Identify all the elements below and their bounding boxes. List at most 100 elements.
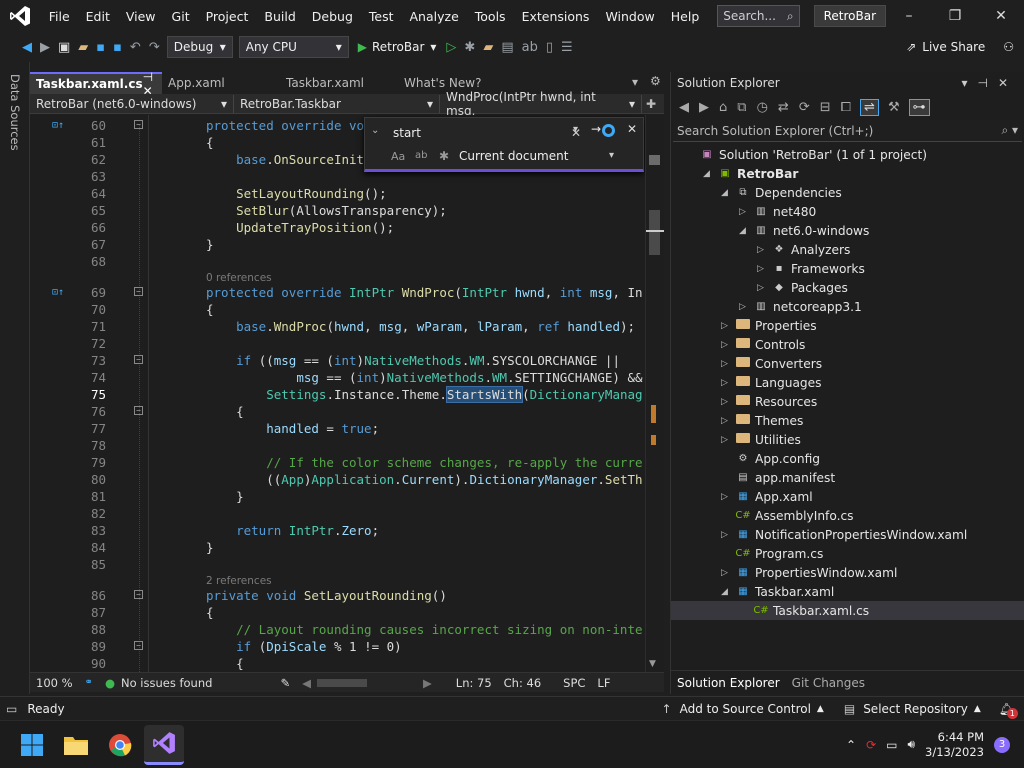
collapsed-arrow-icon[interactable]: ▷ bbox=[721, 397, 731, 407]
code-line[interactable]: 68 bbox=[30, 253, 664, 270]
zoom-level[interactable]: 100 % bbox=[30, 676, 79, 690]
collapsed-arrow-icon[interactable]: ▷ bbox=[739, 302, 749, 312]
whole-word-icon[interactable]: ab bbox=[415, 150, 427, 161]
code-line[interactable]: 88 // Layout rounding causes incorrect s… bbox=[30, 621, 664, 638]
collapsed-arrow-icon[interactable]: ▷ bbox=[721, 568, 731, 578]
back-icon[interactable]: ◀ bbox=[679, 100, 689, 115]
start-icon[interactable] bbox=[12, 725, 52, 765]
start-without-debugging-icon[interactable]: ▷ bbox=[442, 40, 460, 55]
collapsed-arrow-icon[interactable]: ▷ bbox=[721, 492, 731, 502]
pane-controls[interactable]: ▾⊣✕ bbox=[961, 76, 1018, 90]
code-line[interactable]: 82 bbox=[30, 505, 664, 522]
show-all-files-icon[interactable]: ⧠ bbox=[841, 100, 851, 115]
tree-item[interactable]: ▷ ▥ net480 bbox=[671, 202, 1024, 221]
hot-reload-icon[interactable]: ✱ bbox=[460, 40, 479, 55]
code-line[interactable]: 84} bbox=[30, 539, 664, 556]
tree-item[interactable]: ▷ Properties bbox=[671, 316, 1024, 335]
bookmark-icon[interactable]: ▯ bbox=[542, 40, 557, 55]
collapsed-arrow-icon[interactable]: ▷ bbox=[739, 207, 749, 217]
solution-search-input[interactable]: Search Solution Explorer (Ctrl+;) ⌕ ▾ bbox=[673, 120, 1022, 142]
switch-views-icon[interactable]: ⧉ bbox=[737, 100, 746, 115]
override-glyph-icon[interactable]: ⊡↑ bbox=[52, 284, 64, 301]
collapsed-arrow-icon[interactable]: ▷ bbox=[721, 416, 731, 426]
fold-toggle-icon[interactable]: − bbox=[134, 120, 143, 129]
tree-item[interactable]: C# Taskbar.xaml.cs bbox=[671, 601, 1024, 620]
file-explorer-icon[interactable] bbox=[56, 725, 96, 765]
code-line[interactable]: 89 − if (DpiScale % 1 != 0) bbox=[30, 638, 664, 655]
expanded-arrow-icon[interactable]: ◢ bbox=[703, 169, 713, 179]
code-line[interactable]: 67} bbox=[30, 236, 664, 253]
layout-icon[interactable]: ▤ bbox=[497, 40, 517, 55]
output-icon[interactable]: ▭ bbox=[6, 702, 17, 716]
tree-item[interactable]: ▷ Languages bbox=[671, 373, 1024, 392]
code-line[interactable]: 79 // If the color scheme changes, re-ap… bbox=[30, 454, 664, 471]
chevron-down-icon[interactable]: ▾ bbox=[609, 150, 614, 161]
menu-item[interactable]: Git bbox=[164, 9, 198, 24]
code-line[interactable]: 90 { bbox=[30, 655, 664, 672]
find-scope[interactable]: Current document bbox=[459, 149, 568, 163]
menu-item[interactable]: Analyze bbox=[402, 9, 467, 24]
maximize-icon[interactable]: ❐ bbox=[932, 8, 978, 24]
menu-item[interactable]: Edit bbox=[78, 9, 118, 24]
tree-item[interactable]: C# AssemblyInfo.cs bbox=[671, 506, 1024, 525]
start-debugging-button[interactable]: ▶ RetroBar ▾ bbox=[352, 40, 443, 54]
code-line[interactable]: 80 ((App)Application.Current).Dictionary… bbox=[30, 471, 664, 488]
code-line[interactable]: 71 base.WndProc(hwnd, msg, wParam, lPara… bbox=[30, 318, 664, 335]
collapsed-arrow-icon[interactable]: ▷ bbox=[757, 283, 767, 293]
fold-toggle-icon[interactable]: − bbox=[134, 355, 143, 364]
redo-icon[interactable]: ↷ bbox=[145, 40, 164, 55]
code-line[interactable]: 64 SetLayoutRounding(); bbox=[30, 185, 664, 202]
code-line[interactable]: 83 return IntPtr.Zero; bbox=[30, 522, 664, 539]
expanded-arrow-icon[interactable]: ◢ bbox=[721, 188, 731, 198]
menu-item[interactable]: Debug bbox=[304, 9, 361, 24]
menu-item[interactable]: Project bbox=[198, 9, 257, 24]
back-icon[interactable]: ◀ bbox=[18, 40, 36, 55]
tree-item[interactable]: ⚙ App.config bbox=[671, 449, 1024, 468]
preview-selected-icon[interactable]: ⇌ bbox=[860, 98, 879, 116]
menu-item[interactable]: Test bbox=[361, 9, 402, 24]
fold-toggle-icon[interactable]: − bbox=[134, 406, 143, 415]
fold-toggle-icon[interactable]: − bbox=[134, 590, 143, 599]
scroll-down-icon[interactable]: ▼ bbox=[649, 659, 656, 669]
collapsed-arrow-icon[interactable]: ▷ bbox=[757, 245, 767, 255]
code-line[interactable]: 75 Settings.Instance.Theme.StartsWith(Di… bbox=[30, 386, 664, 403]
menu-item[interactable]: Help bbox=[663, 9, 708, 24]
search-box[interactable]: Search... ⌕ bbox=[717, 5, 800, 27]
collapsed-arrow-icon[interactable]: ▷ bbox=[721, 359, 731, 369]
comment-icon[interactable]: ☰ bbox=[557, 40, 577, 55]
save-icon[interactable]: ▪ bbox=[92, 40, 109, 55]
menu-item[interactable]: File bbox=[41, 9, 78, 24]
collapsed-arrow-icon[interactable]: ▷ bbox=[721, 530, 731, 540]
code-editor[interactable]: ⊡↑ 60− protected override vo 61{62 base.OnS… bbox=[30, 115, 664, 672]
tab-overflow-icon[interactable]: ▾ bbox=[632, 75, 638, 89]
tree-item[interactable]: ▣ Solution 'RetroBar' (1 of 1 project) bbox=[671, 145, 1024, 164]
code-line[interactable]: 85 bbox=[30, 556, 664, 573]
collapsed-arrow-icon[interactable]: ▷ bbox=[721, 378, 731, 388]
home-icon[interactable]: ⌂ bbox=[719, 100, 727, 115]
refresh-icon[interactable]: ⟳ bbox=[799, 100, 810, 115]
chevron-left-icon[interactable]: ◀ bbox=[296, 676, 317, 690]
expanded-arrow-icon[interactable]: ◢ bbox=[721, 587, 731, 597]
live-share-button[interactable]: Live Share bbox=[922, 40, 985, 54]
tree-item[interactable]: ▷ Controls bbox=[671, 335, 1024, 354]
properties-icon[interactable]: ⚒ bbox=[888, 100, 900, 115]
document-tab[interactable]: Taskbar.xaml.cs ⊣ ✕ bbox=[30, 70, 162, 98]
code-line[interactable]: 81 } bbox=[30, 488, 664, 505]
configuration-dropdown[interactable]: Debug ▾ bbox=[166, 36, 233, 58]
line-ending[interactable]: LF bbox=[591, 676, 616, 690]
select-repository[interactable]: Select Repository bbox=[863, 702, 968, 716]
sync-status-icon[interactable]: ⟳ bbox=[866, 738, 876, 752]
close-find-icon[interactable]: ✕ bbox=[627, 122, 637, 136]
horizontal-scroll-thumb[interactable] bbox=[316, 678, 367, 687]
member-dropdown[interactable]: WndProc(IntPtr hwnd, int msg, ▾ bbox=[440, 90, 642, 118]
menu-item[interactable]: Window bbox=[597, 9, 662, 24]
match-case-icon[interactable]: Aa bbox=[391, 150, 405, 163]
tab-git-changes[interactable]: Git Changes bbox=[786, 676, 871, 690]
intellicode-icon[interactable]: ⚭ bbox=[79, 677, 99, 688]
pending-changes-icon[interactable]: ◷ bbox=[757, 100, 768, 115]
code-line[interactable]: 77 handled = true; bbox=[30, 420, 664, 437]
collapsed-arrow-icon[interactable]: ▷ bbox=[721, 435, 731, 445]
browse-folder-icon[interactable]: ▰ bbox=[479, 40, 497, 55]
code-line[interactable]: 76 − { bbox=[30, 403, 664, 420]
tree-item[interactable]: ◢ ⧉ Dependencies bbox=[671, 183, 1024, 202]
